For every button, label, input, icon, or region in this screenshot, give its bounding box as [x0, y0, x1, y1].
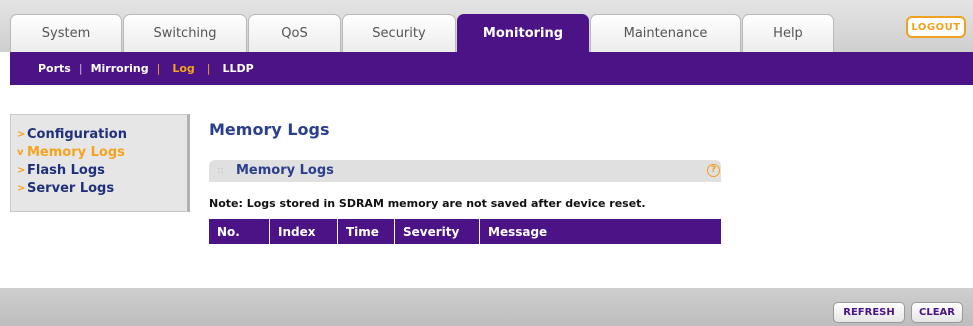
panel-header: :: Memory Logs ? — [209, 160, 721, 182]
column-header-no: No. — [209, 219, 270, 244]
clear-button[interactable]: CLEAR — [911, 302, 963, 323]
tab-security[interactable]: Security — [342, 14, 456, 52]
sidemenu-item-memory-logs[interactable]: v Memory Logs — [11, 143, 187, 161]
sidemenu-item-label: Server Logs — [27, 180, 115, 196]
tab-maintenance[interactable]: Maintenance — [590, 14, 741, 52]
tab-help[interactable]: Help — [742, 14, 834, 52]
subnav-separator: | — [206, 62, 211, 75]
note-text: Note: Logs stored in SDRAM memory are no… — [209, 197, 646, 210]
refresh-button[interactable]: REFRESH — [833, 302, 905, 323]
grip-icon: :: — [217, 165, 224, 176]
chevron-right-icon: > — [17, 164, 26, 176]
subnav-separator: | — [156, 62, 161, 75]
help-icon[interactable]: ? — [707, 164, 720, 177]
subnav-item-lldp[interactable]: LLDP — [213, 62, 260, 75]
footer-bar — [0, 288, 973, 326]
column-header-message: Message — [488, 224, 548, 239]
chevron-down-icon: v — [17, 146, 24, 158]
side-menu: > Configuration v Memory Logs > Flash Lo… — [10, 114, 190, 212]
column-header-time: Time — [338, 219, 395, 244]
page-title: Memory Logs — [209, 120, 330, 139]
subnav-separator: | — [78, 62, 83, 75]
tab-monitoring[interactable]: Monitoring — [457, 14, 589, 52]
top-nav-bar: System Switching QoS Security Monitoring… — [0, 0, 973, 52]
subnav-item-ports[interactable]: Ports — [10, 62, 77, 75]
subnav-item-log[interactable]: Log — [162, 62, 204, 75]
sidemenu-item-configuration[interactable]: > Configuration — [11, 125, 187, 143]
sub-nav: Ports | Mirroring | Log | LLDP — [10, 52, 973, 85]
sidemenu-item-server-logs[interactable]: > Server Logs — [11, 179, 187, 197]
tab-qos[interactable]: QoS — [248, 14, 341, 52]
sidemenu-item-flash-logs[interactable]: > Flash Logs — [11, 161, 187, 179]
sidemenu-item-label: Configuration — [27, 126, 127, 142]
log-table-header: No. Index Time Severity Message — [209, 219, 721, 244]
logout-button[interactable]: LOGOUT — [906, 16, 966, 38]
sidemenu-item-label: Flash Logs — [27, 162, 105, 178]
subnav-item-mirroring[interactable]: Mirroring — [85, 62, 155, 75]
tab-system[interactable]: System — [10, 14, 122, 52]
sidemenu-item-label: Memory Logs — [27, 144, 125, 160]
chevron-right-icon: > — [17, 128, 26, 140]
tab-switching[interactable]: Switching — [123, 14, 247, 52]
column-header-index: Index — [270, 219, 338, 244]
column-header-severity: Severity — [395, 219, 480, 244]
panel-title: Memory Logs — [236, 163, 334, 178]
chevron-right-icon: > — [17, 182, 26, 194]
